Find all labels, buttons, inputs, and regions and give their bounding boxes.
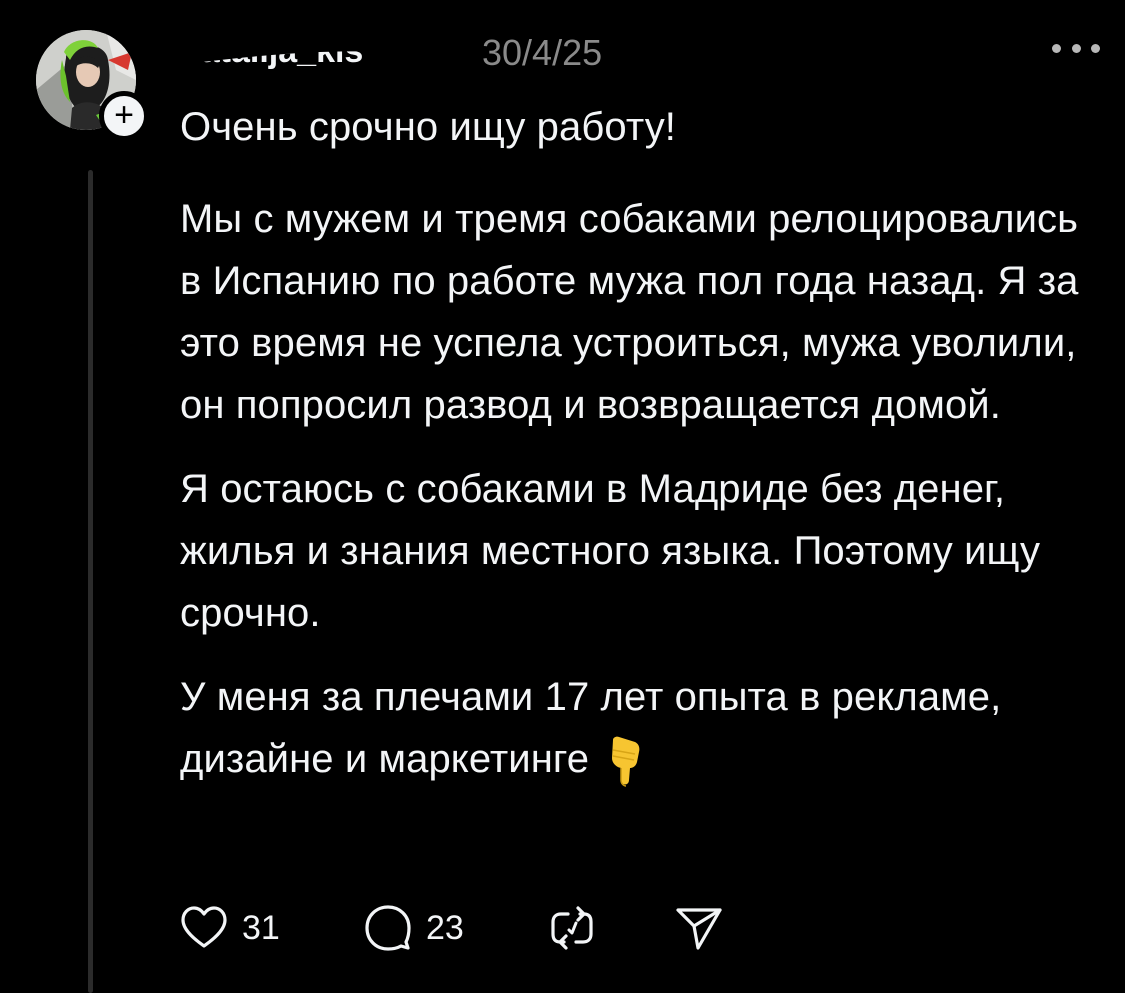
post-paragraph: Я остаюсь с собаками в Мадриде без денег… [180,467,1041,635]
share-icon [676,908,722,950]
post-title: Очень срочно ищу работу! [180,105,677,149]
post-header: natalija_kls 30/4/25 [180,22,1100,78]
comment-icon [365,905,411,951]
like-button[interactable]: 31 [180,900,280,956]
heart-icon [181,906,227,948]
username[interactable]: natalija_kls [180,32,363,71]
like-count: 31 [242,908,280,947]
post-date: 30/4/25 [482,32,603,73]
follow-button[interactable]: + [99,91,149,141]
reply-count: 23 [426,908,464,947]
share-button[interactable] [674,900,724,956]
threads-post: + natalija_kls 30/4/25 Очень срочно ищу … [0,0,1125,993]
plus-icon: + [114,95,134,134]
post-paragraph-last: У меня за плечами 17 лет опыта в рекламе… [180,666,1100,790]
post-actions: 31 23 [180,900,740,956]
post-paragraph-text: У меня за плечами 17 лет опыта в рекламе… [180,675,1002,781]
pointing-down-hand-icon [612,736,640,787]
post-content: Очень срочно ищу работу! Мы с мужем и тр… [180,96,1100,790]
repost-icon [551,906,593,950]
thread-line [88,170,93,993]
post-paragraph: Мы с мужем и тремя собаками релоцировали… [180,197,1079,427]
reply-button[interactable]: 23 [364,900,464,956]
repost-button[interactable] [548,900,596,956]
more-icon[interactable] [1052,38,1100,58]
avatar-container[interactable]: + [36,30,149,141]
